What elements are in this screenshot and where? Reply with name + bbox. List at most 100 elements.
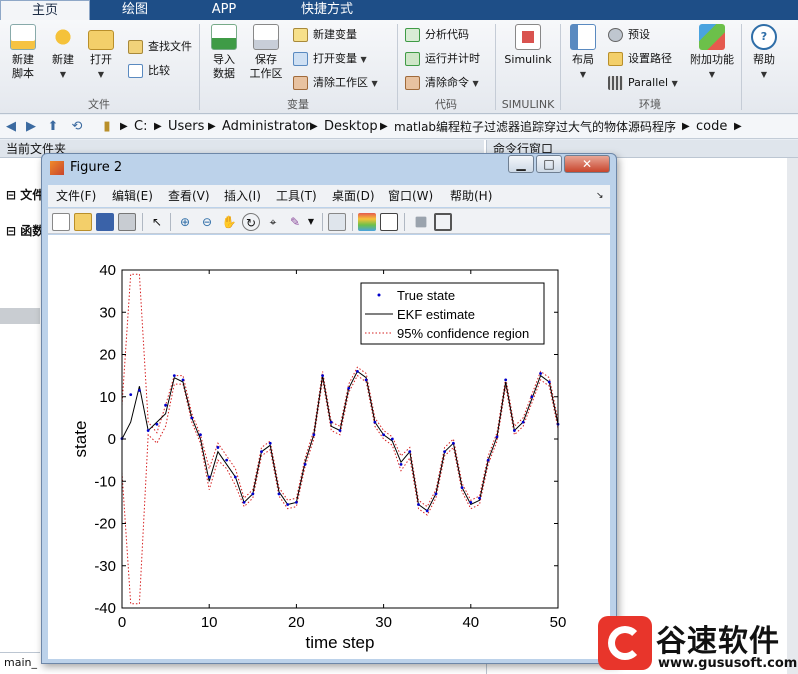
tree-item-functions[interactable]: ⊟ 函数 (6, 222, 44, 239)
help-button[interactable]: ? 帮助 ▼ (744, 24, 784, 82)
run-and-time-button[interactable]: 运行并计时 (405, 50, 480, 68)
breadcrumb-item[interactable]: C: (134, 118, 147, 136)
tab-home[interactable]: 主页 (0, 0, 90, 20)
chevron-down-icon: ▼ (97, 70, 105, 79)
chevron-down-icon: ▼ (472, 79, 479, 88)
simulink-button[interactable]: Simulink (502, 24, 554, 67)
open-button[interactable]: 打开 ▼ (80, 24, 122, 82)
true-state-point (312, 433, 316, 437)
status-bar: main_ (0, 652, 40, 672)
chevron-down-icon: ▼ (371, 79, 378, 88)
true-state-point (190, 416, 194, 420)
forward-icon[interactable]: ▶ (22, 118, 40, 136)
breadcrumb-item[interactable]: matlab编程粒子过滤器追踪穿过大气的物体源码程序 (394, 118, 676, 136)
hide-plot-tools-icon[interactable] (415, 216, 427, 228)
browse-folder-icon[interactable]: ⟲ (68, 118, 86, 136)
colorbar-icon[interactable] (358, 213, 376, 231)
breadcrumb-item[interactable]: Users (168, 118, 204, 136)
tab-plots[interactable]: 绘图 (92, 0, 178, 20)
y-tick-label: -20 (94, 516, 116, 533)
chevron-down-icon: ▼ (671, 79, 678, 88)
rotate-3d-icon[interactable]: ↻ (242, 213, 260, 231)
state-plot[interactable]: 0 10 20 30 40 50 -40 -30 -20 -10 0 10 20 30 40 time st… (48, 235, 610, 659)
breadcrumb-item[interactable]: code (696, 118, 727, 136)
clear-workspace-icon (293, 76, 308, 90)
menu-tools[interactable]: 工具(T) (276, 188, 317, 204)
show-plot-tools-icon[interactable] (434, 213, 452, 231)
new-script-button[interactable]: 新建 脚本 (2, 24, 44, 81)
true-state-point (530, 395, 534, 399)
menu-view[interactable]: 查看(V) (168, 188, 210, 204)
find-files-button[interactable]: 查找文件 (128, 38, 192, 56)
new-variable-button[interactable]: 新建变量 (293, 26, 357, 44)
status-text: main_ (4, 656, 37, 669)
figure-window[interactable]: Figure 2 ▁ □ ✕ 文件(F) 编辑(E) 查看(V) 插入(I) 工… (41, 153, 617, 664)
tree-item-files[interactable]: ⊟ 文件 (6, 186, 44, 203)
addons-button[interactable]: 附加功能 ▼ (686, 24, 738, 82)
figure-menubar: 文件(F) 编辑(E) 查看(V) 插入(I) 工具(T) 桌面(D) 窗口(W… (48, 185, 610, 207)
back-icon[interactable]: ◀ (2, 118, 20, 136)
menu-file[interactable]: 文件(F) (56, 188, 96, 204)
true-state-point (172, 374, 176, 378)
print-icon[interactable] (118, 213, 136, 231)
zoom-in-icon[interactable]: ⊕ (176, 213, 194, 231)
menu-desktop[interactable]: 桌面(D) (332, 188, 375, 204)
layout-button[interactable]: 布局 ▼ (562, 24, 604, 82)
true-state-point (129, 393, 133, 397)
clear-commands-button[interactable]: 清除命令 ▼ (405, 74, 479, 92)
true-state-point (251, 492, 255, 496)
set-path-button[interactable]: 设置路径 (608, 50, 672, 68)
new-button[interactable]: 新建 ▼ (42, 24, 84, 82)
parallel-button[interactable]: Parallel ▼ (608, 74, 678, 92)
brush-dropdown-icon[interactable]: ▼ (306, 213, 316, 231)
analyze-code-button[interactable]: 分析代码 (405, 26, 469, 44)
clear-workspace-button[interactable]: 清除工作区 ▼ (293, 74, 378, 92)
true-state-point (373, 420, 377, 424)
save-workspace-button[interactable]: 保存 工作区 (245, 24, 287, 81)
open-file-icon[interactable] (74, 213, 92, 231)
menu-help[interactable]: 帮助(H) (450, 188, 492, 204)
minimize-button[interactable]: ▁ (508, 155, 534, 173)
tab-shortcuts[interactable]: 快捷方式 (270, 0, 384, 20)
pan-hand-icon[interactable]: ✋ (220, 213, 238, 231)
true-state-point (146, 429, 150, 432)
compare-button[interactable]: 比较 (128, 62, 170, 80)
breadcrumb-item[interactable]: Administrator (222, 118, 311, 136)
data-cursor-icon[interactable]: ⌖ (264, 213, 282, 231)
addons-label: 附加功能 (690, 53, 734, 66)
zoom-out-icon[interactable]: ⊖ (198, 213, 216, 231)
up-folder-icon[interactable]: ⬆ (44, 118, 62, 136)
selected-row[interactable] (0, 308, 40, 324)
y-tick-label: -40 (94, 600, 116, 617)
code-group-label: 代码 (435, 98, 457, 111)
menu-edit[interactable]: 编辑(E) (112, 188, 153, 204)
legend[interactable]: True state EKF estimate 95% confidence r… (360, 282, 545, 345)
pointer-icon[interactable]: ↖ (148, 213, 166, 231)
breadcrumb-separator: ▶ (208, 121, 216, 132)
figure-canvas[interactable]: 0 10 20 30 40 50 -40 -30 -20 -10 0 10 20 30 40 time st… (48, 235, 610, 659)
true-state-point (138, 389, 141, 392)
toolbar-divider (322, 213, 323, 231)
true-state-point (486, 458, 490, 462)
menu-insert[interactable]: 插入(I) (224, 188, 261, 204)
save-icon[interactable] (96, 213, 114, 231)
legend-icon[interactable] (380, 213, 398, 231)
close-button[interactable]: ✕ (564, 155, 610, 173)
command-window-scrollbar[interactable] (787, 158, 798, 674)
breadcrumb-item[interactable]: Desktop (324, 118, 378, 136)
new-figure-icon[interactable] (52, 213, 70, 231)
question-icon: ? (751, 24, 777, 50)
tab-apps[interactable]: APP (180, 0, 268, 20)
maximize-button[interactable]: □ (536, 155, 562, 173)
dock-arrow-icon[interactable]: ↘ (596, 188, 604, 204)
true-state-point (277, 492, 281, 496)
menu-window[interactable]: 窗口(W) (388, 188, 433, 204)
preferences-button[interactable]: 预设 (608, 26, 650, 44)
link-plot-icon[interactable] (328, 213, 346, 231)
import-data-button[interactable]: 导入 数据 (203, 24, 245, 81)
import-icon (211, 24, 237, 50)
open-variable-button[interactable]: 打开变量 ▼ (293, 50, 367, 68)
simulink-group-label: SIMULINK (501, 98, 555, 111)
matlab-logo-icon (50, 161, 64, 175)
brush-icon[interactable]: ✎ (286, 213, 304, 231)
